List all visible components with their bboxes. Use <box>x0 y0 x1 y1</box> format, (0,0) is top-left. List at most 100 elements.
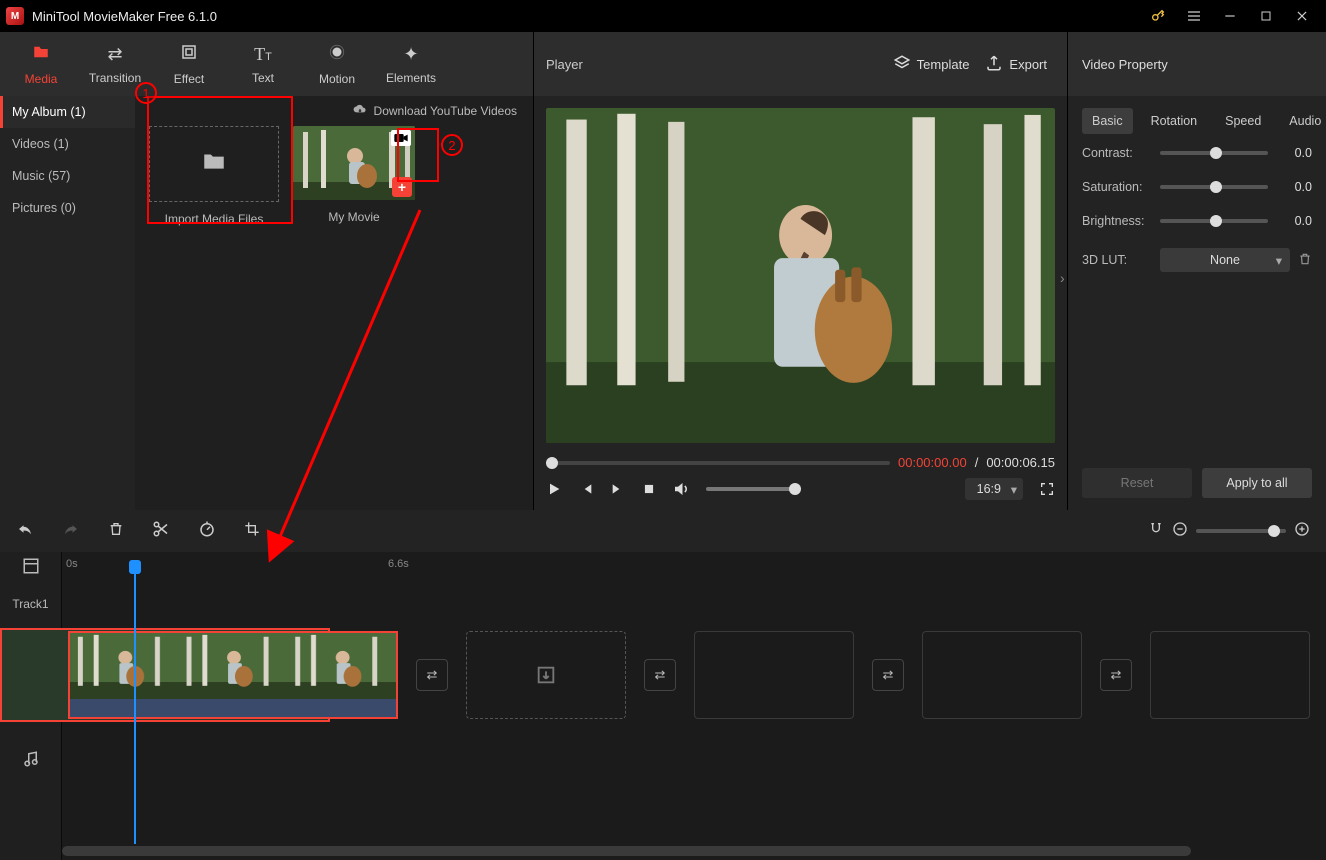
timeline-layout-button[interactable] <box>0 552 61 580</box>
stop-button[interactable] <box>642 482 656 496</box>
player-panel: Player Template Export <box>534 32 1068 510</box>
folder-open-icon <box>199 148 229 181</box>
preview-viewport <box>546 108 1055 443</box>
time-current: 00:00:00.00 <box>898 455 967 470</box>
tab-motion[interactable]: Motion <box>300 32 374 96</box>
transition-slot-button[interactable]: ⇄ <box>644 659 676 691</box>
download-youtube-link[interactable]: Download YouTube Videos <box>135 96 533 126</box>
speed-button[interactable] <box>198 520 216 543</box>
tab-elements[interactable]: ✦ Elements <box>374 32 448 96</box>
volume-button[interactable] <box>672 480 690 498</box>
tab-label: Text <box>252 71 274 85</box>
lut-select[interactable]: None <box>1160 248 1290 272</box>
album-sidebar: My Album (1) Videos (1) Music (57) Pictu… <box>0 96 135 510</box>
timeline-clip[interactable] <box>68 631 398 719</box>
reset-button[interactable]: Reset <box>1082 468 1192 498</box>
contrast-slider[interactable] <box>1160 151 1268 155</box>
album-pictures[interactable]: Pictures (0) <box>0 192 135 224</box>
clip-audio-icon <box>70 699 396 717</box>
saturation-slider[interactable] <box>1160 185 1268 189</box>
snap-button[interactable] <box>1148 521 1164 542</box>
export-label: Export <box>1009 57 1047 72</box>
album-videos[interactable]: Videos (1) <box>0 128 135 160</box>
transition-slot-button[interactable]: ⇄ <box>416 659 448 691</box>
prev-frame-button[interactable] <box>578 481 594 497</box>
property-panel: Video Property › Basic Rotation Speed Au… <box>1068 32 1326 510</box>
redo-button[interactable] <box>62 520 80 543</box>
video-badge-icon <box>391 130 411 146</box>
transition-slot-button[interactable]: ⇄ <box>1100 659 1132 691</box>
elements-icon: ✦ <box>403 44 418 65</box>
tab-label: Effect <box>174 72 204 86</box>
import-label: Import Media Files <box>165 212 264 226</box>
album-my-album[interactable]: My Album (1) <box>0 96 135 128</box>
tab-label: Elements <box>386 71 436 85</box>
template-button[interactable]: Template <box>885 48 978 81</box>
undo-button[interactable] <box>16 520 34 543</box>
zoom-in-button[interactable] <box>1294 521 1310 542</box>
prop-tab-speed[interactable]: Speed <box>1215 108 1271 134</box>
empty-clip-slot[interactable] <box>1150 631 1310 719</box>
ruler-tick: 6.6s <box>388 558 409 570</box>
lut-delete-icon[interactable] <box>1298 252 1312 269</box>
delete-button[interactable] <box>108 521 124 542</box>
template-label: Template <box>917 57 970 72</box>
timeline-scrollbar[interactable] <box>62 846 1316 856</box>
time-separator: / <box>975 455 979 470</box>
ruler-tick: 0s <box>66 558 78 570</box>
brightness-label: Brightness: <box>1082 214 1152 228</box>
zoom-out-button[interactable] <box>1172 521 1188 542</box>
empty-clip-slot[interactable] <box>694 631 854 719</box>
empty-clip-slot[interactable] <box>922 631 1082 719</box>
split-button[interactable] <box>152 520 170 543</box>
apply-all-button[interactable]: Apply to all <box>1202 468 1312 498</box>
next-frame-button[interactable] <box>610 481 626 497</box>
crop-button[interactable] <box>244 521 260 542</box>
track-label: Track1 <box>0 580 61 628</box>
prop-tab-audio[interactable]: Audio <box>1279 108 1326 134</box>
timeline-toolbar <box>0 510 1326 552</box>
tab-label: Motion <box>319 72 355 86</box>
tab-text[interactable]: TT Text <box>226 32 300 96</box>
zoom-slider[interactable] <box>1196 529 1286 533</box>
contrast-value: 0.0 <box>1276 146 1312 160</box>
brightness-slider[interactable] <box>1160 219 1268 223</box>
collapse-panel-icon[interactable]: › <box>1060 270 1065 286</box>
effect-icon <box>180 43 198 66</box>
app-title: MiniTool MovieMaker Free 6.1.0 <box>32 9 217 24</box>
titlebar: M MiniTool MovieMaker Free 6.1.0 <box>0 0 1326 32</box>
transition-slot-button[interactable]: ⇄ <box>872 659 904 691</box>
empty-clip-slot[interactable] <box>466 631 626 719</box>
menu-icon[interactable] <box>1176 0 1212 32</box>
play-button[interactable] <box>546 481 562 497</box>
timeline-ruler[interactable]: 0s 6.6s <box>62 552 1326 580</box>
tab-label: Transition <box>89 71 141 85</box>
minimize-button[interactable] <box>1212 0 1248 32</box>
tab-effect[interactable]: Effect <box>152 32 226 96</box>
media-panel: Media ⇄ Transition Effect TT Text Moti <box>0 32 534 510</box>
folder-icon <box>31 43 51 66</box>
upgrade-key-icon[interactable] <box>1140 0 1176 32</box>
saturation-label: Saturation: <box>1082 180 1152 194</box>
seek-bar[interactable] <box>546 461 890 465</box>
contrast-label: Contrast: <box>1082 146 1152 160</box>
export-button[interactable]: Export <box>977 48 1055 81</box>
import-media-button[interactable] <box>149 126 279 202</box>
volume-slider[interactable] <box>706 487 796 491</box>
add-to-timeline-button[interactable]: + <box>392 177 412 197</box>
album-music[interactable]: Music (57) <box>0 160 135 192</box>
prop-tab-rotation[interactable]: Rotation <box>1141 108 1208 134</box>
tab-media[interactable]: Media <box>4 32 78 96</box>
maximize-button[interactable] <box>1248 0 1284 32</box>
time-duration: 00:00:06.15 <box>986 455 1055 470</box>
aspect-ratio-select[interactable]: 16:9 <box>965 478 1023 500</box>
main-tabbar: Media ⇄ Transition Effect TT Text Moti <box>0 32 533 96</box>
export-icon <box>985 54 1003 75</box>
playhead[interactable] <box>134 562 136 844</box>
fullscreen-button[interactable] <box>1039 481 1055 497</box>
close-button[interactable] <box>1284 0 1320 32</box>
timeline: Track1 0s 6.6s <box>0 510 1326 860</box>
media-thumbnail[interactable]: + <box>293 126 415 200</box>
prop-tab-basic[interactable]: Basic <box>1082 108 1133 134</box>
tab-transition[interactable]: ⇄ Transition <box>78 32 152 96</box>
